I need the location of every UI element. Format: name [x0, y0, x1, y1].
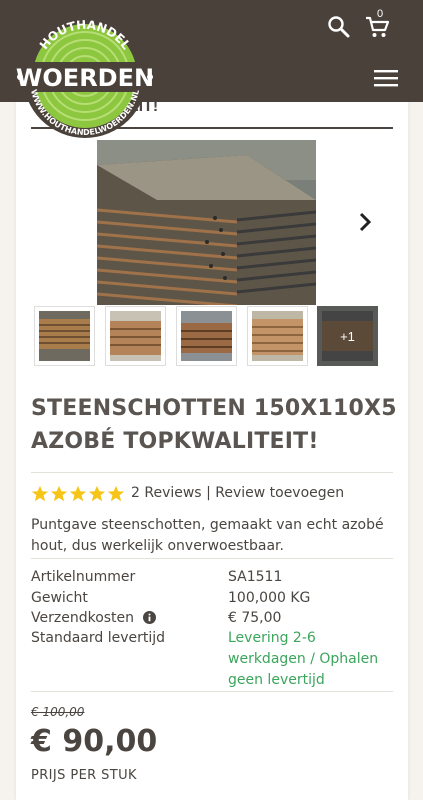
rating-stars	[31, 485, 125, 503]
divider	[31, 558, 393, 559]
reviews-link[interactable]: 2 Reviews	[131, 485, 202, 501]
reviews-line: 2 Reviews | Review toevoegen	[131, 485, 344, 501]
star-icon	[50, 485, 68, 502]
product-main-image[interactable]	[97, 140, 316, 305]
spec-value: SA1511	[228, 569, 283, 585]
more-images-label: +1	[340, 328, 355, 344]
add-review-link[interactable]: Review toevoegen	[215, 485, 344, 501]
search-button[interactable]	[326, 14, 352, 40]
star-icon	[69, 485, 87, 502]
spec-value: € 75,00	[228, 610, 282, 626]
spec-label: Gewicht	[31, 590, 88, 606]
cart-count-badge: 0	[377, 8, 384, 20]
gallery-next-button[interactable]	[356, 211, 374, 233]
gallery-thumbnail[interactable]	[105, 306, 166, 366]
info-icon[interactable]	[143, 611, 156, 624]
price-unit-label: PRIJS PER STUK	[31, 768, 137, 783]
current-price: € 90,00	[31, 724, 158, 759]
chevron-right-icon	[359, 212, 372, 232]
spec-label: Artikelnummer	[31, 569, 136, 585]
svg-text:WOERDEN: WOERDEN	[16, 64, 154, 92]
star-icon	[31, 485, 49, 502]
divider	[31, 472, 393, 473]
delivery-time-link[interactable]: Levering 2-6 werkdagen / Ophalen geen le…	[228, 628, 396, 691]
gallery-more-thumbnail[interactable]: +1	[317, 306, 378, 366]
reviews-separator: |	[206, 485, 211, 501]
gallery-thumbnail[interactable]	[247, 306, 308, 366]
old-price: € 100,00	[31, 705, 85, 719]
divider	[31, 691, 393, 692]
product-description: Puntgave steenschotten, gemaakt van echt…	[31, 517, 384, 554]
spec-value: 100,000 KG	[228, 590, 311, 606]
site-logo[interactable]: HOUTHANDEL WOERDEN WWW.HOUTHANDELWOERDEN…	[10, 6, 160, 140]
spec-label: Standaard levertijd	[31, 630, 166, 646]
product-title: STEENSCHOTTEN 150X110X5 AZOBÉ TOPKWALITE…	[31, 396, 397, 454]
gallery-thumbnail[interactable]	[34, 306, 95, 366]
search-icon	[328, 16, 350, 38]
spec-label: Verzendkosten	[31, 610, 135, 626]
star-icon	[107, 485, 125, 502]
gallery-thumbnail[interactable]	[176, 306, 237, 366]
star-icon	[88, 485, 106, 502]
hamburger-menu-icon	[374, 70, 398, 87]
hamburger-menu-button[interactable]	[373, 68, 399, 88]
